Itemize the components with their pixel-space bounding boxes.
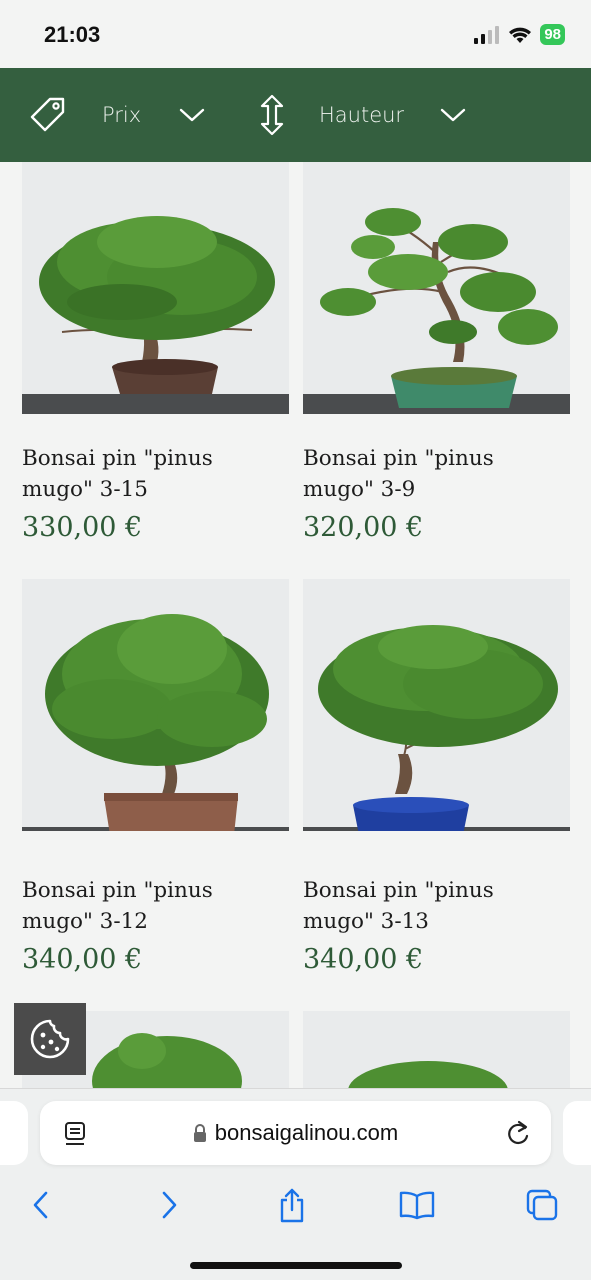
product-name-line: mugo" 3-9 xyxy=(303,477,416,502)
cookie-icon xyxy=(30,1019,70,1059)
product-name-line: Bonsai pin "pinus xyxy=(303,878,494,903)
product-name-line: Bonsai pin "pinus xyxy=(22,446,213,471)
filter-height[interactable]: Hauteur xyxy=(258,68,466,162)
lock-icon xyxy=(193,1124,206,1142)
book-icon xyxy=(399,1191,435,1220)
product-card[interactable] xyxy=(303,1011,570,1088)
url-text: bonsaigalinou.com xyxy=(214,1120,399,1145)
product-image[interactable] xyxy=(303,579,570,831)
product-name-line: mugo" 3-15 xyxy=(22,477,148,502)
product-name-line: mugo" 3-13 xyxy=(303,909,429,934)
filter-bar: Prix Hauteur xyxy=(0,68,591,162)
vertical-arrows-icon xyxy=(260,94,284,136)
product-name-line: Bonsai pin "pinus xyxy=(22,878,213,903)
cellular-signal-icon xyxy=(474,25,500,44)
reload-icon[interactable] xyxy=(505,1119,531,1147)
share-icon xyxy=(280,1188,304,1223)
filter-price[interactable]: Prix xyxy=(28,68,205,162)
status-bar: 21:03 98 xyxy=(0,0,591,68)
product-name[interactable]: Bonsai pin "pinus mugo" 3-15 xyxy=(22,443,289,505)
product-grid: Bonsai pin "pinus mugo" 3-15 330,00 € Bo… xyxy=(0,162,591,1088)
forward-button[interactable] xyxy=(149,1185,189,1225)
chevron-down-icon xyxy=(440,108,466,122)
price-tag-icon xyxy=(30,97,65,132)
battery-level: 98 xyxy=(540,24,565,45)
pot xyxy=(104,797,238,831)
url-display[interactable]: bonsaigalinou.com xyxy=(40,1101,551,1165)
tabs-button[interactable] xyxy=(522,1185,562,1225)
product-image[interactable] xyxy=(22,162,289,414)
status-time: 21:03 xyxy=(44,22,101,47)
share-button[interactable] xyxy=(272,1185,312,1225)
product-name[interactable]: Bonsai pin "pinus mugo" 3-12 xyxy=(22,875,289,937)
tabs-icon xyxy=(526,1189,558,1221)
product-image[interactable] xyxy=(22,579,289,831)
previous-tab-preview[interactable] xyxy=(0,1101,28,1165)
product-image[interactable] xyxy=(303,162,570,414)
home-indicator[interactable] xyxy=(190,1262,402,1269)
product-name-line: Bonsai pin "pinus xyxy=(303,446,494,471)
status-icons: 98 xyxy=(474,24,565,45)
filter-price-label: Prix xyxy=(102,103,142,127)
filter-height-label: Hauteur xyxy=(319,103,405,127)
product-name[interactable]: Bonsai pin "pinus mugo" 3-13 xyxy=(303,875,570,937)
chevron-down-icon xyxy=(180,108,205,122)
product-price: 330,00 € xyxy=(22,512,143,543)
product-price: 320,00 € xyxy=(303,512,424,543)
bookmarks-button[interactable] xyxy=(397,1185,437,1225)
back-button[interactable] xyxy=(21,1185,61,1225)
wifi-icon xyxy=(509,27,532,43)
product-price: 340,00 € xyxy=(303,944,424,975)
product-price: 340,00 € xyxy=(22,944,143,975)
address-bar[interactable]: bonsaigalinou.com xyxy=(40,1101,551,1165)
cookie-settings-button[interactable] xyxy=(14,1003,86,1075)
chevron-left-icon xyxy=(33,1191,48,1219)
product-image[interactable] xyxy=(303,1011,570,1088)
chevron-right-icon xyxy=(162,1191,177,1219)
next-tab-preview[interactable] xyxy=(563,1101,591,1165)
product-name-line: mugo" 3-12 xyxy=(22,909,148,934)
product-name[interactable]: Bonsai pin "pinus mugo" 3-9 xyxy=(303,443,570,505)
browser-toolbar: bonsaigalinou.com xyxy=(0,1088,591,1280)
